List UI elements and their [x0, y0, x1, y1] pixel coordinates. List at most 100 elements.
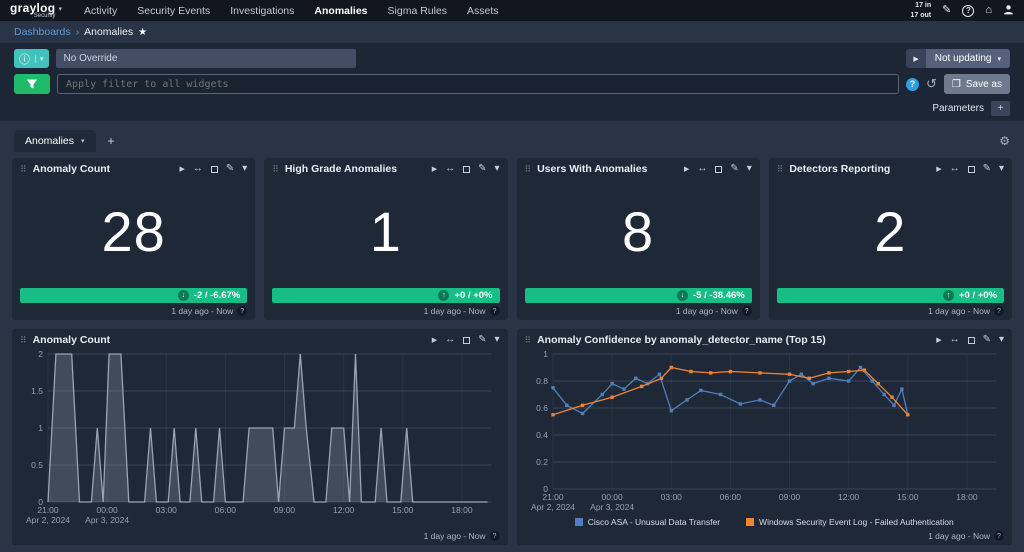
- timerange-preset-button[interactable]: ⓘ ▾: [14, 49, 49, 68]
- timerange-help-icon[interactable]: ?: [489, 531, 500, 541]
- drag-handle-icon[interactable]: ⠿: [777, 164, 784, 175]
- filter-button[interactable]: [14, 74, 50, 94]
- svg-text:1.5: 1.5: [31, 386, 43, 396]
- nav-item-anomalies[interactable]: Anomalies: [314, 5, 367, 17]
- breadcrumb-dashboards-link[interactable]: Dashboards: [14, 26, 71, 38]
- widget-chevron-down-icon[interactable]: ▾: [494, 335, 499, 345]
- add-tab-button[interactable]: +: [106, 130, 117, 152]
- refresh-play-icon[interactable]: ▶: [906, 49, 926, 68]
- nav-item-sigma-rules[interactable]: Sigma Rules: [388, 5, 448, 17]
- svg-text:09:00: 09:00: [274, 505, 296, 515]
- widget-header: ⠿ High Grade Anomalies ▶ ↔ ✎ ▾: [272, 163, 499, 175]
- widget-play-icon[interactable]: ▶: [432, 337, 437, 344]
- nav-item-activity[interactable]: Activity: [84, 5, 117, 17]
- widget-edit-icon[interactable]: ✎: [983, 335, 991, 345]
- nav-item-security-events[interactable]: Security Events: [137, 5, 210, 17]
- widget-play-icon[interactable]: ▶: [179, 166, 184, 173]
- timerange-label: 1 day ago - Now: [928, 531, 990, 541]
- widget-edit-icon[interactable]: ✎: [478, 164, 486, 174]
- timerange-help-icon[interactable]: ?: [741, 306, 752, 316]
- widget-move-icon[interactable]: ↔: [193, 164, 203, 174]
- widget-header: ⠿ Anomaly Confidence by anomaly_detector…: [525, 334, 1005, 346]
- nav-item-assets[interactable]: Assets: [467, 5, 499, 17]
- top-navigation: graylog Security ▾ Activity Security Eve…: [0, 0, 1024, 21]
- legend-item-cisco-asa[interactable]: Cisco ASA - Unusual Data Transfer: [574, 517, 720, 527]
- widget-footer: 1 day ago - Now ?: [272, 303, 500, 316]
- svg-text:03:00: 03:00: [156, 505, 178, 515]
- user-icon[interactable]: [1003, 4, 1014, 18]
- drag-handle-icon[interactable]: ⠿: [525, 164, 532, 175]
- search-history-icon[interactable]: ↺: [926, 76, 937, 92]
- widget-edit-icon[interactable]: ✎: [226, 164, 234, 174]
- widget-anomaly-count-chart: ⠿ Anomaly Count ▶ ↔ ✎ ▾ 0 0.5 1 1.5 2 21:00 Ap…: [12, 329, 508, 545]
- save-as-label: Save as: [965, 78, 1002, 90]
- widget-play-icon[interactable]: ▶: [936, 166, 941, 173]
- favorite-star-icon[interactable]: ★: [138, 27, 147, 38]
- dashboard-settings-gear-icon[interactable]: ⚙: [999, 134, 1010, 152]
- widget-move-icon[interactable]: ↔: [697, 164, 707, 174]
- widget-fullscreen-icon[interactable]: [463, 336, 471, 344]
- widget-edit-icon[interactable]: ✎: [478, 335, 486, 345]
- help-icon[interactable]: ?: [962, 4, 975, 17]
- query-help-icon[interactable]: ?: [905, 77, 919, 91]
- widget-edit-icon[interactable]: ✎: [983, 164, 991, 174]
- metric-value: 28: [101, 200, 166, 263]
- topnav-right: 17 in 17 out ✎ ? ⌂: [911, 1, 1015, 20]
- save-as-button[interactable]: ❐ Save as: [943, 74, 1010, 94]
- widget-chevron-down-icon[interactable]: ▾: [242, 164, 247, 174]
- tab-caret-icon[interactable]: ▾: [81, 137, 85, 145]
- widget-chevron-down-icon[interactable]: ▾: [999, 164, 1004, 174]
- widget-chevron-down-icon[interactable]: ▾: [747, 164, 752, 174]
- brand-logo[interactable]: graylog Security ▾: [10, 2, 62, 19]
- widget-play-icon[interactable]: ▶: [936, 337, 941, 344]
- refresh-caret-icon[interactable]: ▾: [997, 55, 1001, 63]
- timerange-help-icon[interactable]: ?: [994, 306, 1004, 316]
- svg-text:03:00: 03:00: [660, 492, 682, 502]
- timerange-help-icon[interactable]: ?: [994, 531, 1004, 541]
- widget-move-icon[interactable]: ↔: [445, 164, 455, 174]
- widget-edit-icon[interactable]: ✎: [730, 164, 738, 174]
- legend-item-windows-security[interactable]: Windows Security Event Log - Failed Auth…: [746, 517, 954, 527]
- home-icon[interactable]: ⌂: [985, 5, 992, 16]
- widget-fullscreen-icon[interactable]: [210, 165, 218, 173]
- widget-fullscreen-icon[interactable]: [715, 165, 723, 173]
- widget-move-icon[interactable]: ↔: [445, 335, 455, 345]
- compose-icon[interactable]: ✎: [942, 5, 951, 16]
- svg-text:15:00: 15:00: [392, 505, 414, 515]
- widget-play-icon[interactable]: ▶: [684, 166, 689, 173]
- throughput-indicator[interactable]: 17 in 17 out: [911, 1, 932, 20]
- timerange-override-input[interactable]: [55, 49, 356, 68]
- widget-actions: ▶ ↔ ✎ ▾: [432, 164, 500, 174]
- nav-item-investigations[interactable]: Investigations: [230, 5, 294, 17]
- widget-title: Anomaly Count: [32, 334, 111, 346]
- widget-chevron-down-icon[interactable]: ▾: [494, 164, 499, 174]
- timerange-help-icon[interactable]: ?: [489, 306, 500, 316]
- add-parameter-button[interactable]: +: [991, 101, 1010, 116]
- widget-footer: 1 day ago - Now ?: [525, 528, 1004, 541]
- widget-chevron-down-icon[interactable]: ▾: [999, 335, 1004, 345]
- timerange-label: 1 day ago - Now: [675, 306, 738, 316]
- widget-move-icon[interactable]: ↔: [950, 164, 960, 174]
- widget-title: Detectors Reporting: [789, 163, 891, 175]
- refresh-control[interactable]: ▶ Not updating ▾: [906, 49, 1010, 68]
- brand-caret-icon[interactable]: ▾: [58, 5, 62, 13]
- trend-delta: +0 / +0%: [454, 290, 493, 301]
- widget-fullscreen-icon[interactable]: [967, 165, 975, 173]
- timerange-help-icon[interactable]: ?: [237, 306, 248, 316]
- funnel-icon: [26, 79, 38, 89]
- widget-fullscreen-icon[interactable]: [967, 336, 975, 344]
- tab-anomalies[interactable]: Anomalies ▾: [14, 130, 96, 152]
- drag-handle-icon[interactable]: ⠿: [20, 335, 27, 346]
- timerange-label: 1 day ago - Now: [928, 306, 990, 316]
- nav-items: Activity Security Events Investigations …: [84, 5, 499, 17]
- widget-footer: 1 day ago - Now ?: [20, 528, 500, 541]
- svg-text:0.5: 0.5: [31, 460, 43, 470]
- widget-move-icon[interactable]: ↔: [950, 335, 960, 345]
- widget-play-icon[interactable]: ▶: [432, 166, 437, 173]
- drag-handle-icon[interactable]: ⠿: [525, 335, 532, 346]
- drag-handle-icon[interactable]: ⠿: [20, 164, 27, 175]
- timerange-caret-icon[interactable]: ▾: [35, 54, 44, 63]
- widget-fullscreen-icon[interactable]: [463, 165, 471, 173]
- drag-handle-icon[interactable]: ⠿: [272, 164, 279, 175]
- widget-filter-input[interactable]: [57, 74, 899, 94]
